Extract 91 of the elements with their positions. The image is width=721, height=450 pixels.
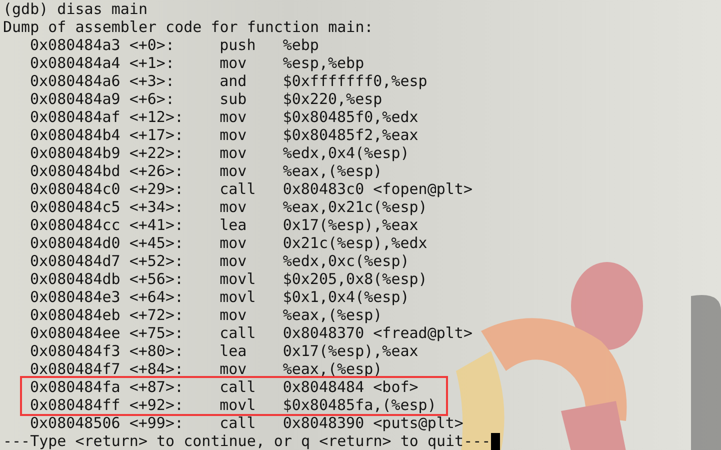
instruction-address: 0x080484d7: [30, 252, 122, 270]
instruction-address: 0x080484db: [30, 270, 122, 288]
instruction-operands: 0x80483c0 <fopen@plt>: [282, 180, 472, 198]
instruction-mnemonic: mov: [220, 162, 248, 180]
instruction-offset: <+80>:: [129, 342, 185, 360]
instruction-operands: $0x80485f2,%eax: [282, 126, 418, 144]
instruction-mnemonic: movl: [220, 396, 257, 414]
gdb-command: (gdb) disas main: [2, 0, 148, 18]
instruction-mnemonic: lea: [220, 342, 248, 360]
instruction-operands: $0x205,0x8(%esp): [282, 270, 428, 288]
instruction-offset: <+64>:: [129, 288, 185, 306]
instruction-offset: <+6>:: [129, 90, 176, 108]
instruction-address: 0x08048506: [30, 414, 122, 432]
instruction-offset: <+84>:: [129, 360, 185, 378]
instruction-operands: 0x8048370 <fread@plt>: [282, 324, 472, 342]
instruction-address: 0x080484a4: [30, 54, 122, 72]
instruction-offset: <+92>:: [129, 396, 185, 414]
instruction-operands: 0x17(%esp),%eax: [282, 342, 418, 360]
instruction-operands: %edx,0xc(%esp): [282, 252, 410, 270]
instruction-address: 0x080484cc: [30, 216, 122, 234]
instruction-address: 0x080484c5: [30, 198, 122, 216]
instruction-offset: <+45>:: [129, 234, 185, 252]
instruction-mnemonic: movl: [220, 270, 257, 288]
instruction-address: 0x080484ff: [30, 396, 122, 414]
instruction-address: 0x080484a3: [30, 36, 122, 54]
instruction-address: 0x080484fa: [30, 378, 122, 396]
instruction-operands: 0x8048484 <bof>: [282, 378, 418, 396]
instruction-mnemonic: sub: [220, 90, 248, 108]
instruction-offset: <+3>:: [129, 72, 176, 90]
instruction-operands: $0x1,0x4(%esp): [282, 288, 410, 306]
instruction-mnemonic: push: [220, 36, 257, 54]
instruction-address: 0x080484a9: [30, 90, 122, 108]
instruction-operands: %eax,0x21c(%esp): [282, 198, 428, 216]
instruction-mnemonic: mov: [220, 108, 248, 126]
instruction-mnemonic: movl: [220, 288, 257, 306]
instruction-operands: 0x21c(%esp),%edx: [282, 234, 428, 252]
instruction-offset: <+34>:: [129, 198, 185, 216]
instruction-address: 0x080484e3: [30, 288, 122, 306]
instruction-operands: 0x8048390 <puts@plt>: [282, 414, 464, 432]
instruction-address: 0x080484f3: [30, 342, 122, 360]
instruction-address: 0x080484a6: [30, 72, 122, 90]
instruction-operands: $0x220,%esp: [282, 90, 382, 108]
instruction-mnemonic: mov: [220, 360, 248, 378]
dump-heading: Dump of assembler code for function main:: [2, 18, 374, 36]
instruction-address: 0x080484bd: [30, 162, 122, 180]
instruction-offset: <+17>:: [129, 126, 185, 144]
instruction-offset: <+56>:: [129, 270, 185, 288]
instruction-address: 0x080484c0: [30, 180, 122, 198]
instruction-offset: <+72>:: [129, 306, 185, 324]
instruction-address: 0x080484b9: [30, 144, 122, 162]
instruction-operands: $0xfffffff0,%esp: [282, 72, 428, 90]
instruction-operands: %edx,0x4(%esp): [282, 144, 410, 162]
instruction-address: 0x080484f7: [30, 360, 122, 378]
pager-prompt: ---Type <return> to continue, or q <return> to quit---: [3, 432, 491, 450]
instruction-operands: %ebp: [282, 36, 319, 54]
instruction-address: 0x080484b4: [30, 126, 122, 144]
instruction-offset: <+1>:: [129, 54, 176, 72]
instruction-mnemonic: mov: [220, 198, 248, 216]
instruction-mnemonic: call: [220, 324, 257, 342]
instruction-mnemonic: mov: [220, 252, 248, 270]
instruction-operands: %eax,(%esp): [282, 360, 382, 378]
instruction-mnemonic: mov: [220, 54, 248, 72]
instruction-mnemonic: mov: [220, 144, 248, 162]
instruction-mnemonic: mov: [220, 126, 248, 144]
instruction-offset: <+75>:: [129, 324, 185, 342]
instruction-offset: <+29>:: [129, 180, 185, 198]
instruction-address: 0x080484d0: [30, 234, 122, 252]
instruction-offset: <+41>:: [129, 216, 185, 234]
instruction-mnemonic: lea: [220, 216, 248, 234]
instruction-offset: <+12>:: [129, 108, 185, 126]
instruction-operands: %eax,(%esp): [282, 162, 382, 180]
instruction-operands: $0x80485f0,%edx: [282, 108, 418, 126]
instruction-address: 0x080484ee: [30, 324, 122, 342]
instruction-operands: %eax,(%esp): [282, 306, 382, 324]
instruction-offset: <+26>:: [129, 162, 185, 180]
instruction-operands: $0x80485fa,(%esp): [282, 396, 436, 414]
instruction-operands: %esp,%ebp: [282, 54, 364, 72]
instruction-mnemonic: and: [220, 72, 248, 90]
instruction-offset: <+0>:: [129, 36, 176, 54]
instruction-mnemonic: call: [220, 414, 257, 432]
instruction-operands: 0x17(%esp),%eax: [282, 216, 418, 234]
instruction-offset: <+22>:: [129, 144, 185, 162]
instruction-mnemonic: call: [220, 180, 257, 198]
instruction-address: 0x080484eb: [30, 306, 122, 324]
instruction-mnemonic: mov: [220, 306, 248, 324]
instruction-address: 0x080484af: [30, 108, 122, 126]
instruction-mnemonic: mov: [220, 234, 248, 252]
instruction-offset: <+99>:: [129, 414, 185, 432]
instruction-offset: <+52>:: [129, 252, 185, 270]
instruction-offset: <+87>:: [129, 378, 185, 396]
instruction-mnemonic: call: [220, 378, 257, 396]
